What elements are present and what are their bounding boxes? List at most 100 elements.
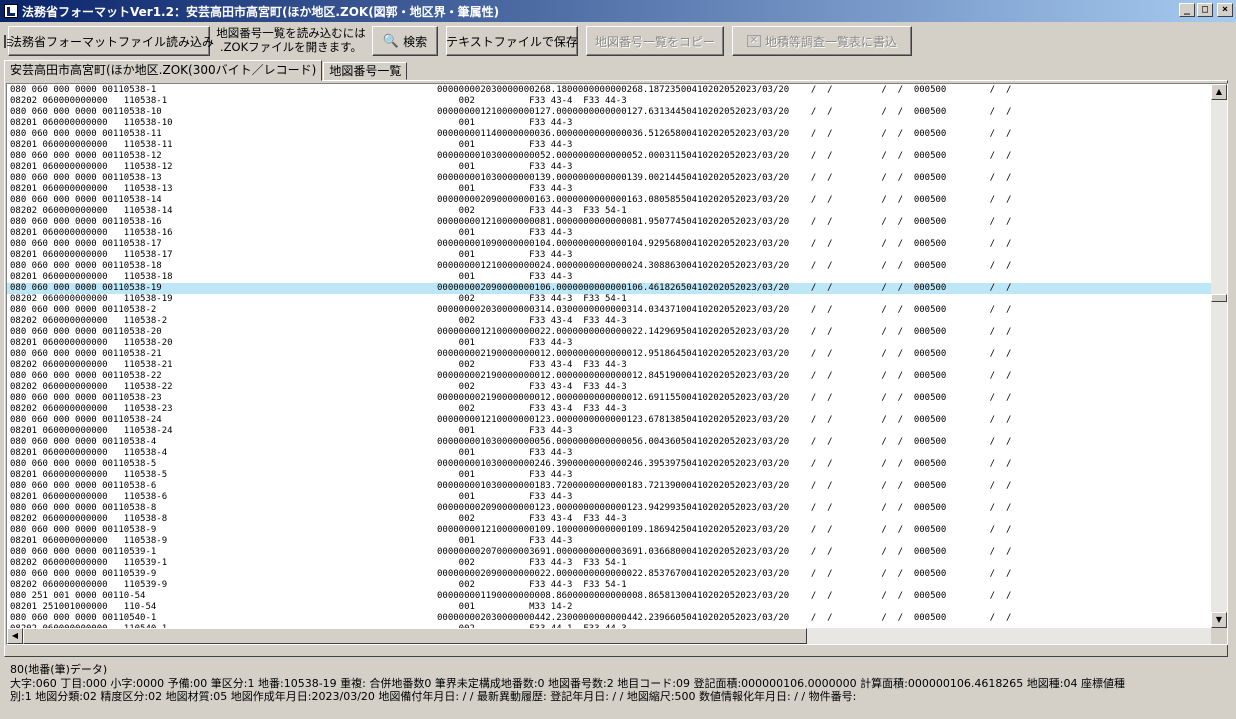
window-title: 法務省フォーマットVer1.2：安芸高田市高宮町(ほか地区.ZOK(図郭・地区界… [22,4,500,19]
title-bar: 法務省フォーマットVer1.2：安芸高田市高宮町(ほか地区.ZOK(図郭・地区界… [0,0,1236,22]
record-line[interactable]: 080 060 000 0000 00110538-8 0000000020900… [7,503,1213,514]
record-line[interactable]: 080 060 000 0000 00110538-20 000000001210… [7,327,1213,338]
maximize-button[interactable]: □ [1197,3,1213,17]
record-line[interactable]: 08201 060000000000 110538-5 001 F33 44-3 [7,470,1213,481]
record-line-key: 08202 060000000000 110538-1 [10,96,168,106]
record-line[interactable]: 080 060 000 0000 00110538-14 000000002090… [7,195,1213,206]
record-line-value: 001 F33 44-3 [437,228,573,238]
record-line[interactable]: 08202 060000000000 110538-22 002 F33 43-… [7,382,1213,393]
record-line[interactable]: 080 060 000 0000 00110540-1 0000000020300… [7,613,1213,624]
record-line[interactable]: 08201 060000000000 110538-16 001 F33 44-… [7,228,1213,239]
record-line-key: 08202 060000000000 110538-22 [10,382,173,392]
record-line-key: 080 060 000 0000 00110538-16 [10,217,162,227]
record-line-key: 080 060 000 0000 00110538-11 [10,129,162,139]
record-line[interactable]: 080 060 000 0000 00110538-4 0000000010300… [7,437,1213,448]
minimize-button[interactable]: _ [1179,3,1195,17]
record-line-value: 000000002030000000314.0300000000000314.0… [437,305,1012,315]
record-line[interactable]: 080 060 000 0000 00110538-21 000000002190… [7,349,1213,360]
record-line[interactable]: 080 060 000 0000 00110538-17 000000001090… [7,239,1213,250]
horizontal-scrollbar[interactable]: ◀ ▶ [7,628,1227,644]
record-line-value: 000000001030000000052.0000000000000052.0… [437,151,1012,161]
record-line[interactable]: 08202 060000000000 110538-2 002 F33 43-4… [7,316,1213,327]
record-line-value: 000000001090000000104.0000000000000104.9… [437,239,1012,249]
record-line[interactable]: 08202 060000000000 110538-14 002 F33 44-… [7,206,1213,217]
record-line[interactable]: 08202 060000000000 110538-21 002 F33 43-… [7,360,1213,371]
record-line-key: 080 060 000 0000 00110538-9 [10,525,157,535]
record-line[interactable]: 080 060 000 0000 00110538-22 000000002190… [7,371,1213,382]
close-button[interactable]: × [1217,3,1233,17]
record-line-value: 000000002090000000106.0000000000000106.4… [437,283,1012,293]
record-line[interactable]: 08202 060000000000 110539-1 002 F33 44-3… [7,558,1213,569]
scroll-down-button[interactable]: ▼ [1211,612,1227,628]
record-line[interactable]: 08202 060000000000 110538-19 002 F33 44-… [7,294,1213,305]
record-line[interactable]: 08201 060000000000 110538-4 001 F33 44-3 [7,448,1213,459]
tab-zok-file[interactable]: 安芸高田市高宮町(ほか地区.ZOK(300バイト／レコード) [4,60,323,81]
tab-map-number-list[interactable]: 地図番号一覧 [323,62,408,80]
record-line[interactable]: 080 060 000 0000 00110539-1 0000000020700… [7,547,1213,558]
record-line[interactable]: 08201 060000000000 110538-9 001 F33 44-3 [7,536,1213,547]
record-line[interactable]: 08201 251001000000 110-54 001 M33 14-2 [7,602,1213,613]
record-line[interactable]: 080 060 000 0000 00110538-13 000000001030… [7,173,1213,184]
record-line[interactable]: 080 060 000 0000 00110538-18 000000001210… [7,261,1213,272]
record-line-value: 000000001190000000008.8600000000000008.8… [437,591,1012,601]
record-line[interactable]: 080 060 000 0000 00110538-5 0000000010300… [7,459,1213,470]
record-line[interactable]: 08201 060000000000 110538-24 001 F33 44-… [7,426,1213,437]
record-line[interactable]: 08202 060000000000 110538-8 002 F33 43-4… [7,514,1213,525]
record-line-key: 080 060 000 0000 00110538-18 [10,261,162,271]
record-line[interactable]: 08201 060000000000 110538-12 001 F33 44-… [7,162,1213,173]
search-button[interactable]: 🔍 検索 [372,26,438,56]
record-line[interactable]: 080 060 000 0000 00110538-2 0000000020300… [7,305,1213,316]
record-line[interactable]: 080 060 000 0000 00110538-24 000000001210… [7,415,1213,426]
record-line-value: 002 F33 43-4 F33 44-3 [437,404,627,414]
record-line[interactable]: 080 060 000 0000 00110538-19 000000002090… [7,283,1213,294]
record-line[interactable]: 080 251 001 0000 00110-54 000000001190000… [7,591,1213,602]
record-line[interactable]: 080 060 000 0000 00110538-6 0000000010300… [7,481,1213,492]
record-line-key: 08201 060000000000 110538-18 [10,272,173,282]
record-line[interactable]: 08202 060000000000 110538-1 002 F33 43-4… [7,96,1213,107]
record-line-value: 001 F33 44-3 [437,250,573,260]
record-line[interactable]: 080 060 000 0000 00110538-16 000000001210… [7,217,1213,228]
read-format-file-button[interactable]: 法務省フォーマットファイル読み込み [4,26,214,56]
record-line[interactable]: 080 060 000 0000 00110538-10 000000001210… [7,107,1213,118]
record-line[interactable]: 080 060 000 0000 00110538-11 000000001140… [7,129,1213,140]
record-text-view[interactable]: 080 060 000 0000 00110538-1 0000000020300… [6,83,1228,645]
record-line-value: 000000002030000000268.1800000000000268.1… [437,85,1012,95]
record-line-value: 001 F33 44-3 [437,140,573,150]
record-line-key: 08201 251001000000 110-54 [10,602,157,612]
record-line-value: 001 F33 44-3 [437,492,573,502]
record-line[interactable]: 08201 060000000000 110538-20 001 F33 44-… [7,338,1213,349]
record-line[interactable]: 08201 060000000000 110538-18 001 F33 44-… [7,272,1213,283]
record-line-key: 080 060 000 0000 00110538-22 [10,371,162,381]
record-line-value: 001 F33 44-3 [437,272,573,282]
record-line[interactable]: 08202 060000000000 110538-23 002 F33 43-… [7,404,1213,415]
record-line[interactable]: 08201 060000000000 110538-11 001 F33 44-… [7,140,1213,151]
record-line[interactable]: 080 060 000 0000 00110538-9 0000000012100… [7,525,1213,536]
vertical-scroll-thumb[interactable] [1211,294,1227,302]
write-survey-list-label: 地積等調査一覧表に書込 [764,34,897,49]
write-survey-list-button[interactable]: ✕ 地積等調査一覧表に書込 [732,26,912,56]
record-line-key: 08202 060000000000 110538-14 [10,206,173,216]
record-line[interactable]: 08201 060000000000 110538-10 001 F33 44-… [7,118,1213,129]
scroll-up-button[interactable]: ▲ [1211,84,1227,100]
record-line[interactable]: 08202 060000000000 110539-9 002 F33 44-3… [7,580,1213,591]
save-text-file-button[interactable]: テキストファイルで保存 [446,26,578,56]
record-line[interactable]: 08201 060000000000 110538-17 001 F33 44-… [7,250,1213,261]
record-line-value: 000000001210000000109.1000000000000109.1… [437,525,1012,535]
record-line[interactable]: 080 060 000 0000 00110538-12 000000001030… [7,151,1213,162]
record-line-value: 002 F33 44-3 F33 54-1 [437,580,627,590]
record-line-value: 002 F33 43-4 F33 44-3 [437,514,627,524]
copy-map-number-list-button[interactable]: 地図番号一覧をコピー [586,26,724,56]
record-line-value: 000000001210000000127.0000000000000127.6… [437,107,1012,117]
record-line[interactable]: 08201 060000000000 110538-13 001 F33 44-… [7,184,1213,195]
record-line[interactable]: 080 060 000 0000 00110538-23 000000002190… [7,393,1213,404]
record-line[interactable]: 080 060 000 0000 00110539-9 0000000020900… [7,569,1213,580]
vertical-scrollbar[interactable]: ▲ ▼ [1211,84,1227,628]
record-line-value: 000000001210000000022.0000000000000022.1… [437,327,1012,337]
horizontal-scroll-thumb[interactable] [23,628,807,644]
record-line[interactable]: 080 060 000 0000 00110538-1 0000000020300… [7,85,1213,96]
scroll-left-button[interactable]: ◀ [7,628,23,644]
record-line[interactable]: 08201 060000000000 110538-6 001 F33 44-3 [7,492,1213,503]
record-line-value: 000000002090000000022.0000000000000022.8… [437,569,1012,579]
binoculars-icon: 🔍 [382,33,400,49]
record-line-key: 080 060 000 0000 00110538-19 [10,283,162,293]
